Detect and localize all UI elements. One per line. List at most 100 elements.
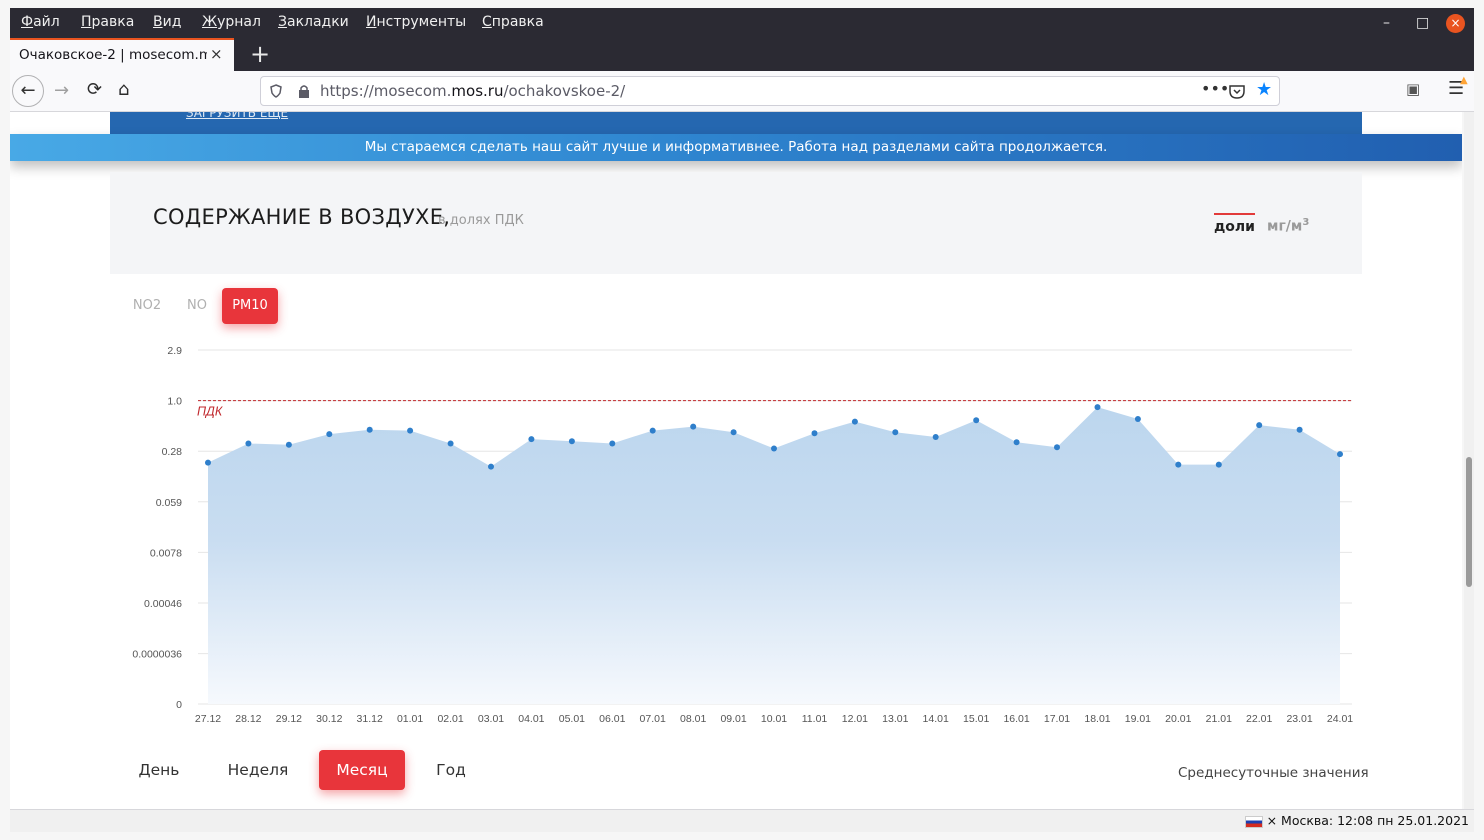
data-point (892, 429, 899, 436)
data-point (690, 423, 697, 430)
data-point (851, 418, 858, 425)
nav-bar: ← → ⟳ ⌂ https://mosecom.mos.ru/ochakovsk… (10, 71, 1474, 112)
menu-file[interactable]: Файл (21, 14, 60, 30)
x-tick-label: 05.01 (559, 713, 585, 725)
x-tick-label: 14.01 (923, 713, 949, 725)
data-point (1296, 426, 1303, 433)
status-bar: × Москва: 12:08 пн 25.01.2021 (10, 809, 1474, 832)
minimize-button[interactable]: – (1383, 15, 1390, 31)
new-tab-button[interactable]: + (250, 40, 270, 68)
menu-view[interactable]: Вид (153, 14, 181, 30)
page-actions-icon[interactable]: ••• (1201, 79, 1229, 98)
period-week[interactable]: Неделя (222, 750, 294, 790)
y-tick-label: 0.28 (162, 446, 183, 458)
x-tick-label: 15.01 (963, 713, 989, 725)
menu-tools[interactable]: Инструменты (366, 14, 466, 30)
tab-close-icon[interactable]: × (210, 45, 223, 63)
data-point (811, 430, 818, 437)
x-tick-label: 09.01 (720, 713, 746, 725)
x-tick-label: 02.01 (437, 713, 463, 725)
x-tick-label: 29.12 (276, 713, 302, 725)
menu-bar: Файл Правка Вид Журнал Закладки Инструме… (10, 8, 1474, 38)
y-tick-label: 1.0 (167, 396, 182, 408)
status-clock: × Москва: 12:08 пн 25.01.2021 (1244, 813, 1469, 828)
menu-edit[interactable]: Правка (81, 14, 134, 30)
data-point (447, 440, 454, 447)
x-tick-label: 06.01 (599, 713, 625, 725)
data-point (326, 431, 333, 438)
data-point (771, 445, 777, 452)
data-point (932, 434, 939, 440)
x-tick-label: 19.01 (1125, 713, 1151, 725)
maximize-button[interactable]: □ (1416, 15, 1429, 31)
data-point (649, 427, 656, 434)
russia-flag-icon (1244, 815, 1263, 828)
pocket-icon[interactable] (1229, 84, 1245, 99)
x-tick-label: 11.01 (802, 713, 828, 725)
concentration-chart: ПДК 2.9 1.0 0.28 0.059 0.0078 0.00046 0.000003… (132, 345, 1353, 725)
back-button[interactable]: ← (12, 75, 44, 107)
data-point (285, 441, 292, 448)
y-tick-label: 2.9 (167, 345, 182, 357)
menu-history[interactable]: Журнал (202, 14, 261, 30)
tab-active[interactable]: Очаковское-2 | mosecom.mos.ru × (10, 38, 234, 71)
scrollbar-thumb[interactable] (1466, 457, 1472, 587)
window-close-button[interactable]: × (1446, 14, 1465, 33)
url-bar[interactable]: https://mosecom.mos.ru/ochakovskoe-2/ ••… (260, 76, 1280, 106)
back-arrow-icon: ← (20, 80, 36, 101)
bookmark-star-icon[interactable]: ★ (1256, 79, 1272, 100)
data-point (407, 427, 414, 434)
data-point (1054, 444, 1060, 451)
x-tick-label: 01.01 (397, 713, 423, 725)
extensions-icon[interactable]: ▣ (1406, 80, 1420, 98)
reload-icon[interactable]: ⟳ (87, 79, 102, 100)
x-tick-label: 17.01 (1044, 713, 1070, 725)
forward-arrow-icon[interactable]: → (54, 80, 69, 101)
data-point (1337, 451, 1343, 458)
tracking-shield-icon[interactable] (270, 84, 282, 98)
lock-icon[interactable] (298, 84, 310, 98)
x-tick-label: 03.01 (478, 713, 504, 725)
data-point (1134, 416, 1141, 422)
period-month[interactable]: Месяц (319, 750, 405, 790)
menu-bookmarks[interactable]: Закладки (278, 14, 349, 30)
url-text[interactable]: https://mosecom.mos.ru/ochakovskoe-2/ (320, 82, 625, 100)
web-page: ЗАГРУЗИТЬ ЕЩЁ Мы стараемся сделать наш с… (10, 112, 1462, 809)
tab-strip: Очаковское-2 | mosecom.mos.ru × + (10, 38, 1474, 71)
x-tick-label: 16.01 (1003, 713, 1029, 725)
x-tick-label: 30.12 (316, 713, 342, 725)
x-tick-label: 28.12 (235, 713, 261, 725)
x-tick-label: 31.12 (357, 713, 383, 725)
x-tick-label: 07.01 (640, 713, 666, 725)
daily-average-note: Среднесуточные значения (1178, 765, 1369, 781)
tab-title: Очаковское-2 | mosecom.mos.ru (19, 47, 207, 63)
x-tick-label: 21.01 (1206, 713, 1232, 725)
data-point (528, 436, 535, 443)
data-point (730, 429, 737, 436)
x-tick-label: 04.01 (518, 713, 544, 725)
browser-window: Файл Правка Вид Журнал Закладки Инструме… (0, 0, 1484, 840)
scrollbar[interactable] (1464, 112, 1474, 809)
x-tick-label: 10.01 (761, 713, 787, 725)
data-point (205, 459, 211, 466)
data-point (609, 440, 616, 447)
x-tick-label: 22.01 (1246, 713, 1272, 725)
data-point (1256, 422, 1263, 429)
y-tick-label: 0 (176, 699, 182, 711)
data-point (488, 463, 494, 470)
period-year[interactable]: Год (431, 750, 471, 790)
home-icon[interactable]: ⌂ (118, 79, 129, 100)
x-tick-label: 23.01 (1286, 713, 1312, 725)
x-tick-label: 12.01 (842, 713, 868, 725)
x-tick-label: 18.01 (1084, 713, 1110, 725)
x-tick-label: 13.01 (882, 713, 908, 725)
data-point (1175, 461, 1182, 468)
data-point (245, 440, 252, 447)
period-day[interactable]: День (131, 750, 187, 790)
data-point (366, 426, 373, 433)
y-tick-label: 0.0000036 (132, 649, 182, 661)
y-tick-label: 0.0078 (150, 547, 182, 559)
menu-help[interactable]: Справка (482, 14, 544, 30)
y-tick-label: 0.059 (156, 497, 182, 509)
x-tick-label: 24.01 (1327, 713, 1353, 725)
